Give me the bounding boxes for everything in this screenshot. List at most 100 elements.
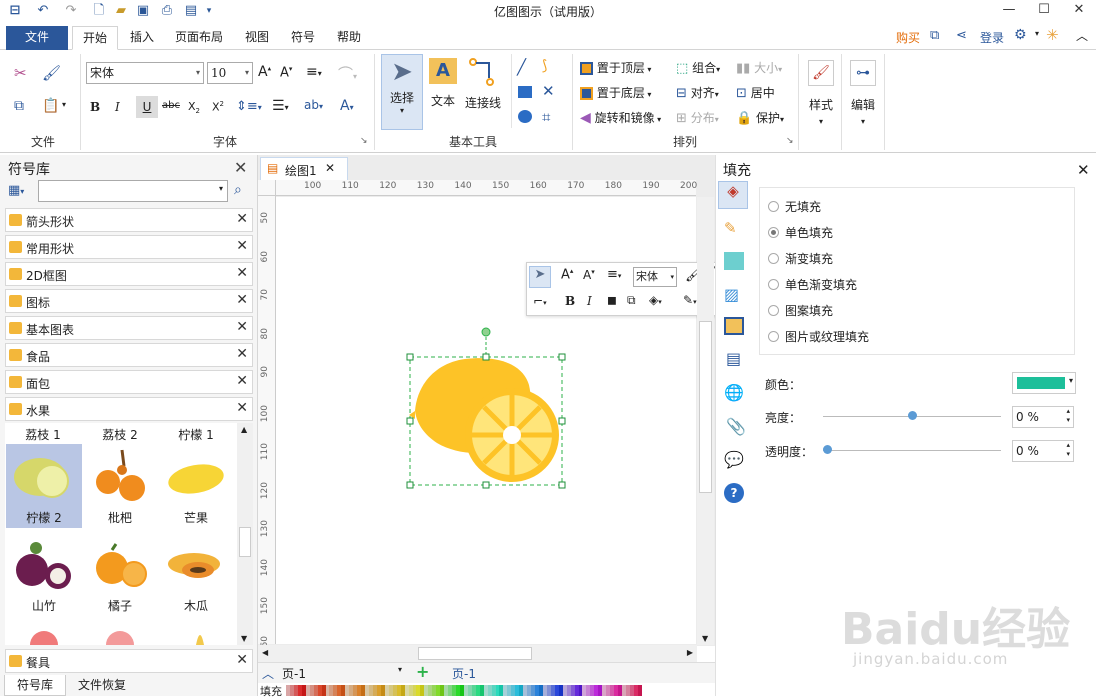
fill-option-solid[interactable]: 单色填充 xyxy=(768,224,833,241)
attachment-panel-icon[interactable]: 📎 xyxy=(726,417,746,436)
paste-icon[interactable]: 📋 xyxy=(42,98,59,114)
shadow-panel-icon[interactable] xyxy=(724,252,744,270)
text-tool-button[interactable]: A 文本 xyxy=(426,54,460,109)
remove-library-icon[interactable]: ✕ xyxy=(236,319,248,335)
library-item-common-shapes[interactable]: 常用形状 ✕ xyxy=(5,235,253,259)
select-tool-button[interactable]: ➤ 选择 ▾ xyxy=(381,54,423,130)
document-tab[interactable]: ▤ 绘图1 ✕ xyxy=(260,157,348,180)
grow-font-icon[interactable]: A▴ xyxy=(258,64,271,80)
login-link[interactable]: 登录 xyxy=(980,29,1004,46)
font-color-icon[interactable]: A▾ xyxy=(340,98,354,114)
float-bold-icon[interactable]: B xyxy=(565,294,575,308)
shape-mangosteen[interactable]: 山竹 xyxy=(6,532,82,616)
send-to-back-button[interactable]: 置于底层 ▾ xyxy=(580,84,651,101)
library-item-basic-charts[interactable]: 基本图表 ✕ xyxy=(5,316,253,340)
library-scrollbar[interactable]: ▲ ▼ xyxy=(237,423,253,645)
rectangle-shape-icon[interactable] xyxy=(518,86,532,98)
remove-library-icon[interactable]: ✕ xyxy=(236,211,248,227)
float-line-icon[interactable]: ✎▾ xyxy=(683,293,697,307)
page-bar-expand-icon[interactable]: ︿ xyxy=(262,665,274,682)
float-font-select[interactable]: 宋体 ▾ xyxy=(633,267,677,287)
library-menu-icon[interactable]: ▦▾ xyxy=(8,183,24,198)
settings-gear-icon[interactable]: ⚙ xyxy=(1014,27,1027,43)
font-name-select[interactable]: 宋体 ▾ xyxy=(86,62,204,84)
float-fill-icon[interactable]: ◈▾ xyxy=(649,293,662,307)
library-item-arrows[interactable]: 箭头形状 ✕ xyxy=(5,208,253,232)
tab-symbol-library[interactable]: 符号库 xyxy=(4,675,66,696)
remove-library-icon[interactable]: ✕ xyxy=(236,346,248,362)
point-tool-icon[interactable]: ✕ xyxy=(542,82,555,100)
float-grow-font-icon[interactable]: A▴ xyxy=(561,267,573,282)
settings-dropdown-icon[interactable]: ▾ xyxy=(1035,29,1039,38)
fill-option-pattern[interactable]: 图案填充 xyxy=(768,302,833,319)
size-button[interactable]: ▮▮ 大小▾ xyxy=(736,59,782,76)
symbol-library-close-icon[interactable]: ✕ xyxy=(234,158,247,177)
shape-mango[interactable]: 芒果 xyxy=(158,444,234,528)
page-tab[interactable]: 页-1 xyxy=(452,665,476,682)
font-dialog-launcher-icon[interactable]: ↘ xyxy=(360,136,368,146)
brightness-slider-knob[interactable] xyxy=(908,411,917,420)
float-italic-icon[interactable]: I xyxy=(587,294,592,308)
scroll-right-arrow-icon[interactable]: ▶ xyxy=(687,648,693,657)
float-connector-icon[interactable]: ⌐▾ xyxy=(533,294,547,308)
maximize-button[interactable]: ☐ xyxy=(1027,0,1061,22)
bring-to-front-button[interactable]: 置于顶层 ▾ xyxy=(580,59,651,76)
minimize-button[interactable]: — xyxy=(992,0,1026,22)
tab-view[interactable]: 视图 xyxy=(235,26,279,50)
shape-orange[interactable]: 橘子 xyxy=(82,532,158,616)
library-scroll-thumb[interactable] xyxy=(239,527,251,557)
transparency-slider-knob[interactable] xyxy=(823,445,832,454)
fill-panel-close-icon[interactable]: ✕ xyxy=(1077,161,1090,179)
float-shrink-font-icon[interactable]: A▾ xyxy=(583,268,595,282)
fill-option-none[interactable]: 无填充 xyxy=(768,198,821,215)
tab-symbols[interactable]: 符号 xyxy=(281,26,325,50)
italic-icon[interactable]: I xyxy=(115,100,120,114)
scroll-down-icon[interactable]: ▼ xyxy=(241,634,247,643)
float-align-icon[interactable]: ≡▾ xyxy=(607,267,621,282)
library-item-2d-block[interactable]: 2D框图 ✕ xyxy=(5,262,253,286)
tab-file[interactable]: 文件 xyxy=(6,26,68,50)
share-icon[interactable]: ⋖ xyxy=(956,28,967,43)
center-button[interactable]: ⊡ 居中 xyxy=(736,84,775,101)
bullets-icon[interactable]: ☰▾ xyxy=(272,98,289,114)
comment-panel-icon[interactable]: 💬 xyxy=(724,450,744,469)
tab-page-layout[interactable]: 页面布局 xyxy=(165,26,233,50)
strikethrough-icon[interactable]: abc xyxy=(162,100,180,111)
fill-option-gradient[interactable]: 渐变填充 xyxy=(768,250,833,267)
remove-library-icon[interactable]: ✕ xyxy=(236,652,248,668)
font-size-select[interactable]: 10 ▾ xyxy=(207,62,253,84)
remove-library-icon[interactable]: ✕ xyxy=(236,400,248,416)
fill-option-texture[interactable]: 图片或纹理填充 xyxy=(768,328,869,345)
subscript-icon[interactable]: X2 xyxy=(188,100,200,115)
fill-option-single-gradient[interactable]: 单色渐变填充 xyxy=(768,276,857,293)
text-curve-icon[interactable]: ⌒▾ xyxy=(338,63,357,84)
tab-insert[interactable]: 插入 xyxy=(120,26,164,50)
line-shape-icon[interactable]: ╱ xyxy=(517,58,526,76)
protect-button[interactable]: 🔒 保护▾ xyxy=(736,109,784,126)
paste-dropdown-icon[interactable]: ▾ xyxy=(62,100,66,109)
arrange-dialog-launcher-icon[interactable]: ↘ xyxy=(786,136,794,146)
rotate-mirror-button[interactable]: ◀ 旋转和镜像 ▾ xyxy=(580,109,661,126)
library-item-icons[interactable]: 图标 ✕ xyxy=(5,289,253,313)
align-button[interactable]: ⊟ 对齐▾ xyxy=(676,84,719,101)
shape-loquat[interactable]: 枇杷 xyxy=(82,444,158,528)
remove-library-icon[interactable]: ✕ xyxy=(236,292,248,308)
symbol-search-input[interactable]: ▾ xyxy=(38,180,228,202)
remove-library-icon[interactable]: ✕ xyxy=(236,238,248,254)
image-panel-icon[interactable]: ▨ xyxy=(724,285,739,304)
highlight-icon[interactable]: ab▾ xyxy=(304,98,323,112)
transparency-input[interactable]: 0 % ▴ ▾ xyxy=(1012,440,1074,462)
group-button[interactable]: ⬚ 组合▾ xyxy=(676,59,720,76)
layer-panel-icon[interactable] xyxy=(724,317,744,335)
scroll-down-arrow-icon[interactable]: ▼ xyxy=(702,634,708,643)
bold-icon[interactable]: B xyxy=(90,100,100,114)
lemon-shape[interactable] xyxy=(405,325,569,491)
scroll-left-arrow-icon[interactable]: ◀ xyxy=(262,648,268,657)
search-icon[interactable]: ⌕ xyxy=(234,182,242,198)
library-item-bread[interactable]: 面包 ✕ xyxy=(5,370,253,394)
library-item-tableware[interactable]: 餐具 ✕ xyxy=(5,649,253,673)
shape-papaya[interactable]: 木瓜 xyxy=(158,532,234,616)
line-spacing-icon[interactable]: ≡▾ xyxy=(306,64,322,80)
hyperlink-panel-icon[interactable]: 🌐 xyxy=(724,383,744,402)
brightness-input[interactable]: 0 % ▴ ▾ xyxy=(1012,406,1074,428)
